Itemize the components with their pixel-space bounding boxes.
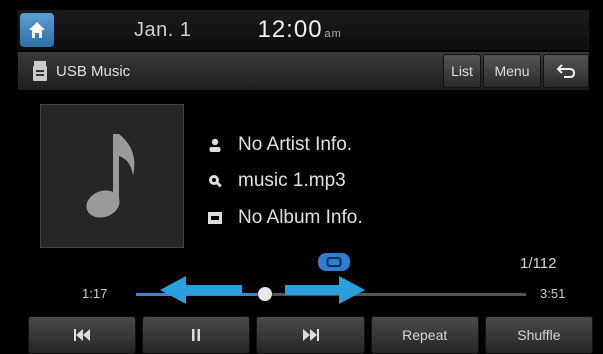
playback-controls: Repeat Shuffle (28, 316, 594, 354)
left-arrow-icon (160, 276, 242, 304)
shuffle-button[interactable]: Shuffle (484, 316, 594, 354)
source-label: USB Music (56, 62, 131, 80)
previous-button[interactable] (28, 316, 137, 354)
back-button[interactable] (543, 54, 589, 88)
pause-icon (192, 329, 201, 341)
track-count: 1/112 (520, 255, 557, 272)
elapsed-time: 1:17 (82, 286, 108, 301)
album-icon (206, 212, 224, 224)
home-icon (29, 22, 45, 38)
artist-icon (206, 138, 224, 152)
pause-button[interactable] (142, 316, 251, 354)
title-row: music 1.mp3 (206, 170, 346, 192)
album-row: No Album Info. (206, 207, 363, 229)
date-text: Jan. 1 (134, 18, 192, 41)
artist-text: No Artist Info. (238, 134, 353, 155)
artist-row: No Artist Info. (206, 134, 352, 156)
right-arrow-icon (285, 276, 365, 304)
source-bar: USB Music List Menu (18, 52, 589, 90)
next-icon (302, 329, 319, 341)
repeat-icon (326, 257, 342, 267)
list-button[interactable]: List (443, 54, 481, 88)
back-icon (556, 64, 576, 78)
album-text: No Album Info. (238, 207, 363, 228)
album-art (40, 104, 184, 248)
home-button[interactable] (20, 13, 54, 47)
status-bar: Jan. 1 12:00 am (18, 10, 589, 50)
previous-icon (74, 329, 91, 341)
repeat-button[interactable]: Repeat (370, 316, 479, 354)
media-screen: Jan. 1 12:00 am USB Music List Menu No A… (0, 0, 603, 354)
clock-text: 12:00 am (257, 16, 342, 43)
music-note-icon (86, 134, 135, 218)
seek-arrows-overlay (160, 276, 365, 304)
top-buttons: List Menu (443, 54, 589, 88)
file-icon (206, 174, 224, 188)
menu-button[interactable]: Menu (483, 54, 541, 88)
total-time: 3:51 (540, 286, 566, 301)
usb-icon (33, 61, 47, 81)
ampm-text: am (324, 28, 342, 40)
repeat-mode-badge (318, 253, 350, 271)
next-button[interactable] (256, 316, 365, 354)
title-text: music 1.mp3 (238, 170, 346, 191)
